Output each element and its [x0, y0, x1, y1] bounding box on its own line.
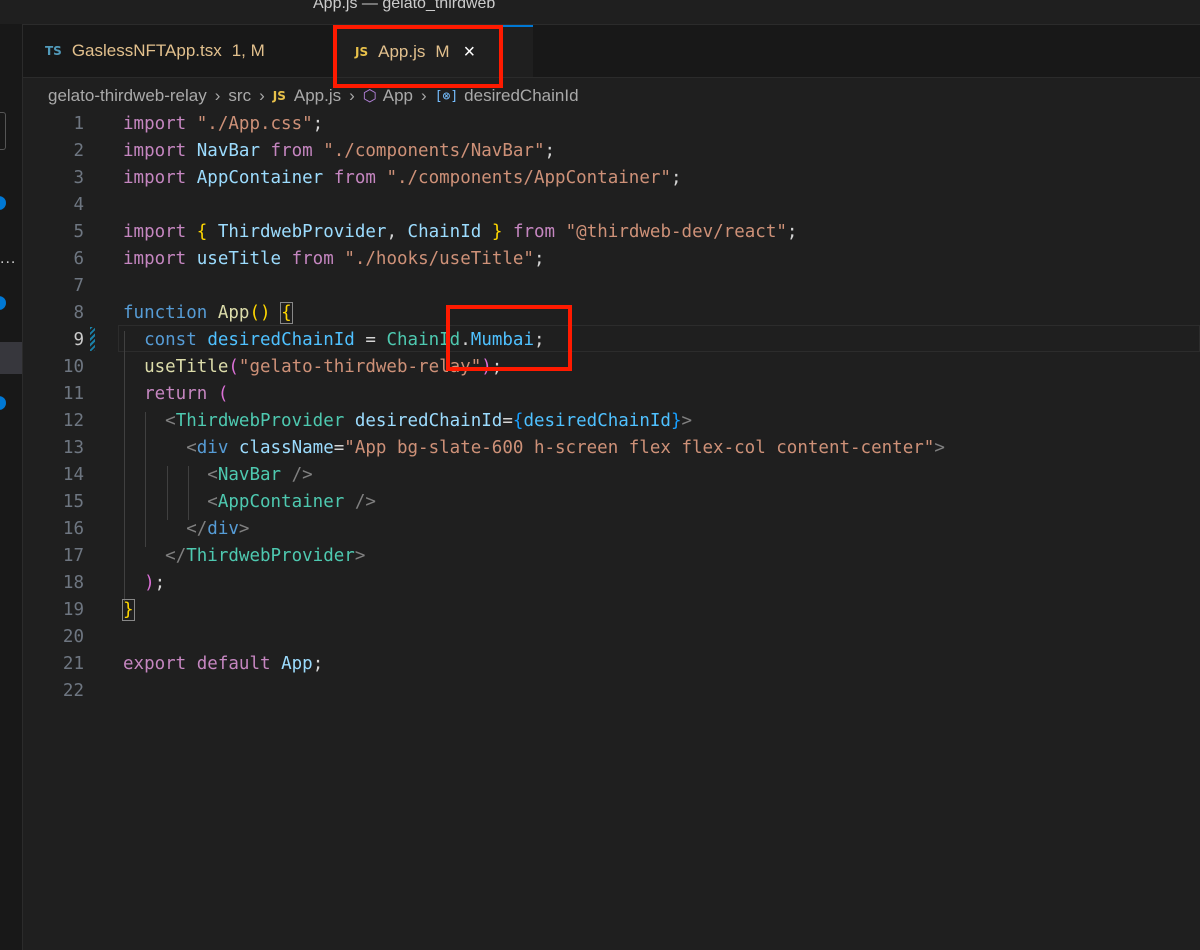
highlight-box-mumbai [446, 305, 572, 371]
title-bar: App.js — gelato_thirdweb [0, 0, 1200, 25]
code-line: 12 <ThirdwebProvider desiredChainId={des… [62, 411, 693, 431]
badge-dot-icon [0, 396, 6, 410]
code-editor[interactable]: 1 import "./App.css"; 2 import NavBar from… [23, 111, 1200, 950]
code-line: 7 [73, 276, 84, 296]
badge-dot-icon [0, 296, 6, 310]
breadcrumb-folder[interactable]: gelato-thirdweb-relay [48, 86, 207, 106]
code-line: 13 <div className="App bg-slate-600 h-sc… [62, 438, 945, 458]
cube-icon: ⬡ [362, 88, 377, 105]
tab-label: GaslessNFTApp.tsx [71, 41, 222, 60]
code-line: 20 [62, 627, 84, 647]
more-icon[interactable]: ... [0, 250, 16, 268]
code-line: 4 [73, 195, 84, 215]
code-line: 21 export default App; [62, 654, 324, 674]
breadcrumb-variable[interactable]: desiredChainId [464, 86, 578, 106]
chevron-right-icon: › [214, 86, 221, 105]
code-line: 11 return ( [62, 384, 229, 404]
code-line: 1 import "./App.css"; [73, 114, 324, 134]
code-line: 16 </div> [62, 519, 250, 539]
chevron-right-icon: › [349, 86, 355, 105]
breadcrumb-src[interactable]: src [228, 86, 251, 106]
code-line: 14 <NavBar /> [62, 465, 313, 485]
sidebar-active-item[interactable] [0, 342, 22, 374]
sidebar-scrollbar[interactable] [0, 112, 6, 150]
sidebar-edge[interactable]: ... [0, 24, 23, 950]
tab-gaslessnftapp[interactable]: TS GaslessNFTApp.tsx 1, M [23, 25, 355, 77]
code-line: 2 import NavBar from "./components/NavBar… [73, 141, 556, 161]
code-line: 8 function App() { [73, 302, 293, 324]
variable-icon: [⊗] [434, 88, 459, 104]
code-line: 9 const desiredChainId = ChainId.Mumbai; [73, 330, 545, 350]
code-line: 15 <AppContainer /> [62, 492, 376, 512]
chevron-right-icon: › [421, 86, 427, 105]
code-line: 6 import useTitle from "./hooks/useTitle"… [73, 249, 545, 269]
code-line: 19} [62, 599, 135, 621]
code-line: 18 ); [62, 573, 166, 593]
badge-dot-icon [0, 196, 6, 210]
code-line: 17 </ThirdwebProvider> [62, 546, 366, 566]
highlight-box-tab [333, 25, 503, 88]
javascript-file-icon: JS [272, 89, 286, 103]
window-title: App.js — gelato_thirdweb [313, 0, 496, 12]
editor-tab-bar: TS GaslessNFTApp.tsx 1, M JS App.js M × [23, 25, 1200, 78]
code-line: 10 useTitle("gelato-thirdweb-relay"); [62, 357, 503, 377]
breadcrumb-file[interactable]: App.js [294, 86, 341, 106]
chevron-right-icon: › [259, 86, 265, 105]
breadcrumb-symbol[interactable]: App [383, 86, 413, 106]
code-line: 22 [62, 681, 84, 701]
typescript-file-icon: TS [45, 44, 62, 58]
code-line: 3 import AppContainer from "./components/… [73, 168, 682, 188]
tab-status: 1, M [231, 41, 265, 60]
code-line: 5 import { ThirdwebProvider, ChainId } fr… [73, 222, 798, 242]
